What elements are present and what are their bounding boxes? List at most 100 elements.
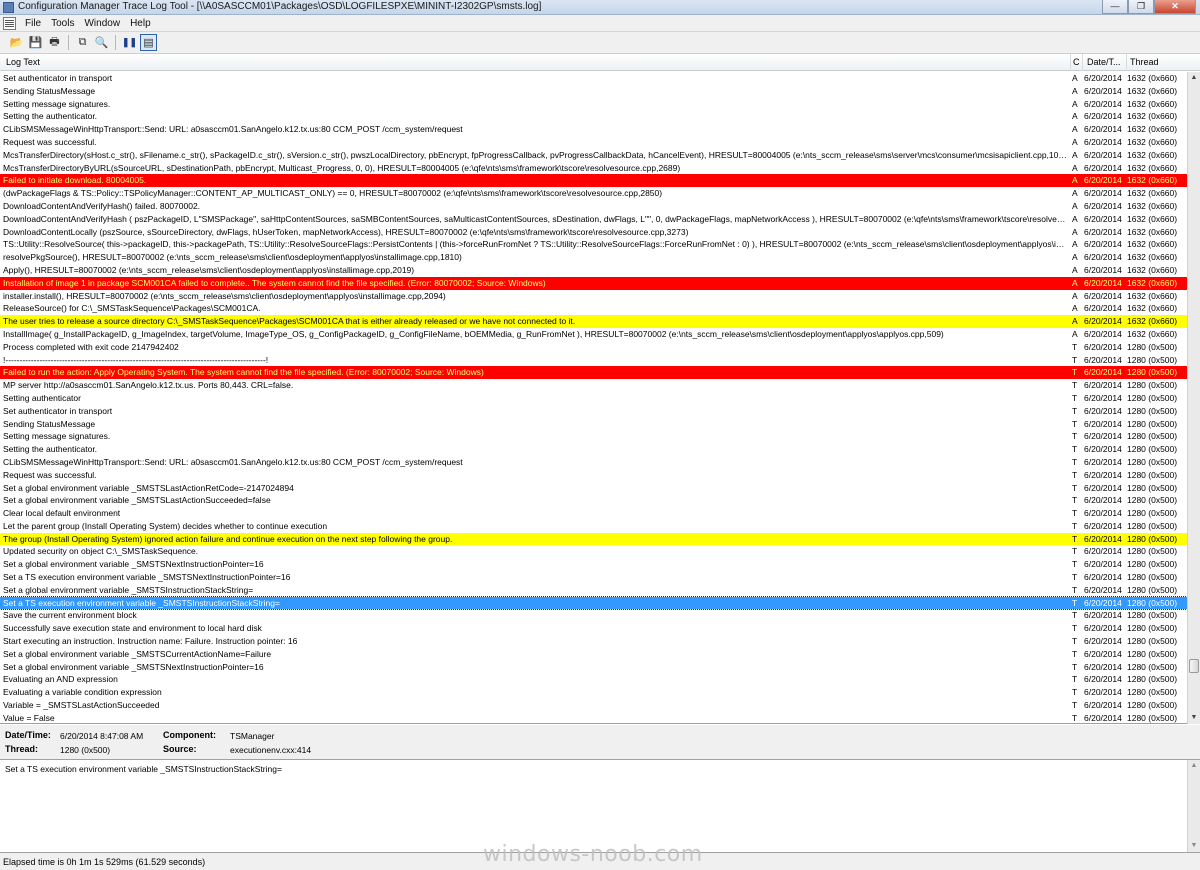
log-row[interactable]: Start executing an instruction. Instruct… <box>0 635 1187 648</box>
close-button[interactable]: ✕ <box>1154 0 1196 14</box>
open-icon[interactable]: 📂 <box>8 34 25 51</box>
datetime-cell: 6/20/2014 <box>1084 213 1122 224</box>
column-header-datetime[interactable]: Date/T... <box>1087 57 1121 67</box>
log-row[interactable]: Set a global environment variable _SMSTS… <box>0 661 1187 674</box>
menu-window[interactable]: Window <box>79 18 125 29</box>
log-text-cell: Setting message signatures. <box>3 98 111 109</box>
log-row[interactable]: Set a global environment variable _SMSTS… <box>0 584 1187 597</box>
thread-label: Thread: <box>5 744 39 754</box>
log-text-cell: MP server http://a0sasccm01.SanAngelo.k1… <box>3 380 294 391</box>
log-row[interactable]: Set a TS execution environment variable … <box>0 571 1187 584</box>
thread-cell: 1632 (0x660) <box>1127 136 1178 147</box>
component-cell: T <box>1072 354 1078 365</box>
highlight-icon[interactable]: ▤ <box>140 34 157 51</box>
log-row[interactable]: The group (Install Operating System) ign… <box>0 532 1187 546</box>
log-row[interactable]: InstallImage( g_InstallPackageID, g_Imag… <box>0 328 1187 341</box>
log-text-cell: Set authenticator in transport <box>3 73 113 83</box>
log-row[interactable]: !---------------------------------------… <box>0 354 1187 367</box>
thread-cell: 1280 (0x500) <box>1127 584 1178 595</box>
log-text-cell: resolvePkgSource(), HRESULT=80070002 (e:… <box>3 252 462 263</box>
toolbar-separator <box>115 35 116 50</box>
log-row[interactable]: Set a global environment variable _SMSTS… <box>0 648 1187 661</box>
log-row[interactable]: Setting authenticator T 6/20/2014 1280 (0x5… <box>0 392 1187 405</box>
log-row[interactable]: MP server http://a0sasccm01.SanAngelo.k1… <box>0 379 1187 392</box>
log-row[interactable]: Setting the authenticator. A 6/20/2014 1632… <box>0 110 1187 123</box>
log-row[interactable]: Setting the authenticator. T 6/20/2014 1280… <box>0 443 1187 456</box>
log-row[interactable]: installer.install(), HRESULT=80070002 (e… <box>0 290 1187 303</box>
datetime-cell: 6/20/2014 <box>1084 200 1122 211</box>
copy-icon[interactable]: ⧉ <box>74 34 91 51</box>
component-cell: T <box>1072 610 1078 621</box>
log-row[interactable]: Set a global environment variable _SMSTS… <box>0 558 1187 571</box>
menu-file[interactable]: File <box>20 18 46 29</box>
message-scrollbar[interactable]: ▲ ▼ <box>1187 760 1200 852</box>
log-row[interactable]: CLibSMSMessageWinHttpTransport::Send: UR… <box>0 123 1187 136</box>
log-row[interactable]: Variable = _SMSTSLastActionSucceeded T 6/2… <box>0 699 1187 712</box>
log-row[interactable]: Setting message signatures. T 6/20/2014 128… <box>0 430 1187 443</box>
log-row[interactable]: Failed to initiate download. 80004005. A 6… <box>0 174 1187 188</box>
scroll-up-icon[interactable]: ▲ <box>1188 72 1200 84</box>
log-row[interactable]: DownloadContentAndVerifyHash ( pszPackag… <box>0 213 1187 226</box>
pause-icon[interactable]: ❚❚ <box>121 34 138 51</box>
log-row[interactable]: Sending StatusMessage T 6/20/2014 1280 (0x5… <box>0 418 1187 431</box>
datetime-cell: 6/20/2014 <box>1084 469 1122 480</box>
log-row[interactable]: Updated security on object C:\_SMSTaskSe… <box>0 545 1187 558</box>
save-icon[interactable]: 💾 <box>27 34 44 51</box>
datetime-cell: 6/20/2014 <box>1084 584 1122 595</box>
scroll-down-icon[interactable]: ▼ <box>1188 712 1200 724</box>
log-row[interactable]: Value = False T 6/20/2014 1280 (0x500) <box>0 712 1187 724</box>
log-row[interactable]: Failed to run the action: Apply Operatin… <box>0 366 1187 380</box>
log-row[interactable]: DownloadContentLocally (pszSource, sSour… <box>0 226 1187 239</box>
log-row[interactable]: resolvePkgSource(), HRESULT=80070002 (e:… <box>0 251 1187 264</box>
print-icon[interactable]: 🖶 <box>46 34 63 51</box>
log-row[interactable]: Set authenticator in transport T 6/20/2014… <box>0 405 1187 418</box>
log-row[interactable]: The user tries to release a source direc… <box>0 315 1187 328</box>
document-icon[interactable] <box>3 16 16 30</box>
log-text-cell: Set a global environment variable _SMSTS… <box>3 559 264 570</box>
log-row[interactable]: Save the current environment block T 6/20/… <box>0 609 1187 622</box>
log-row[interactable]: DownloadContentAndVerifyHash() failed. 8… <box>0 200 1187 213</box>
log-row[interactable]: Apply(), HRESULT=80070002 (e:\nts_sccm_r… <box>0 264 1187 277</box>
scroll-thumb[interactable] <box>1189 659 1199 673</box>
log-row[interactable]: Request was successful. A 6/20/2014 1632 (0… <box>0 136 1187 149</box>
log-row[interactable]: Installation of image 1 in package SCM00… <box>0 276 1187 290</box>
log-row[interactable]: Successfully save execution state and en… <box>0 622 1187 635</box>
log-row[interactable]: Evaluating a variable condition expressi… <box>0 686 1187 699</box>
scroll-down-icon[interactable]: ▼ <box>1188 840 1200 852</box>
log-row[interactable]: (dwPackageFlags & TS::Policy::TSPolicyMa… <box>0 187 1187 200</box>
log-row[interactable]: McsTransferDirectoryByURL(sSourceURL, sD… <box>0 162 1187 175</box>
log-row[interactable]: Evaluating an AND expression T 6/20/2014 12… <box>0 673 1187 686</box>
log-row[interactable]: McsTransferDirectory(sHost.c_str(), sFil… <box>0 149 1187 162</box>
log-text-cell: McsTransferDirectoryByURL(sSourceURL, sD… <box>3 162 681 173</box>
log-scrollbar[interactable]: ▲ ▼ <box>1187 72 1200 724</box>
log-text-cell: Installation of image 1 in package SCM00… <box>3 277 546 288</box>
component-cell: A <box>1072 226 1078 237</box>
log-row[interactable]: TS::Utility::ResolveSource( this->packag… <box>0 238 1187 251</box>
find-icon[interactable]: 🔍 <box>93 34 110 51</box>
log-row[interactable]: Set a global environment variable _SMSTS… <box>0 494 1187 507</box>
log-row[interactable]: Request was successful. T 6/20/2014 1280 (0… <box>0 469 1187 482</box>
message-pane[interactable]: Set a TS execution environment variable … <box>0 759 1200 853</box>
maximize-button[interactable]: ❐ <box>1128 0 1154 14</box>
log-row[interactable]: Setting message signatures. A 6/20/2014 163… <box>0 98 1187 111</box>
log-row[interactable]: Clear local default environment T 6/20/201… <box>0 507 1187 520</box>
log-row[interactable]: CLibSMSMessageWinHttpTransport::Send: UR… <box>0 456 1187 469</box>
component-cell: T <box>1072 469 1078 480</box>
log-row[interactable]: Set a TS execution environment variable … <box>0 595 1187 611</box>
log-row[interactable]: Let the parent group (Install Operating … <box>0 520 1187 533</box>
menu-tools[interactable]: Tools <box>46 18 79 29</box>
log-row[interactable]: ReleaseSource() for C:\_SMSTaskSequence\… <box>0 302 1187 315</box>
column-header-thread[interactable]: Thread <box>1130 57 1159 67</box>
thread-cell: 1280 (0x500) <box>1127 572 1178 583</box>
log-row[interactable]: Sending StatusMessage A 6/20/2014 1632 (0x6… <box>0 85 1187 98</box>
menu-help[interactable]: Help <box>125 18 156 29</box>
minimize-button[interactable]: — <box>1102 0 1128 14</box>
scroll-up-icon[interactable]: ▲ <box>1188 760 1200 772</box>
thread-cell: 1632 (0x660) <box>1127 328 1178 339</box>
column-header-log-text[interactable]: Log Text <box>6 57 40 67</box>
log-row[interactable]: Set authenticator in transport A 6/20/2014… <box>0 72 1187 85</box>
datetime-cell: 6/20/2014 <box>1084 712 1122 723</box>
log-row[interactable]: Process completed with exit code 2147942… <box>0 341 1187 354</box>
log-row[interactable]: Set a global environment variable _SMSTS… <box>0 482 1187 495</box>
column-header-component[interactable]: C <box>1073 57 1080 67</box>
